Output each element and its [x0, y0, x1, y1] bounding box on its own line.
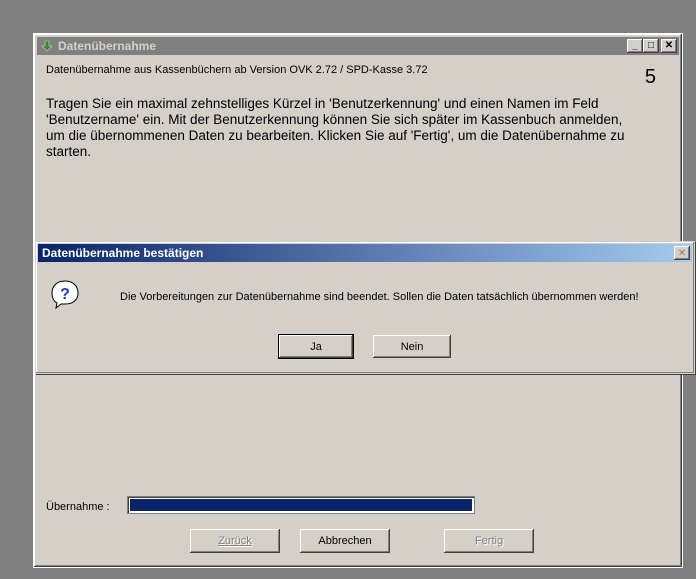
question-icon: ?	[50, 279, 80, 310]
dialog-message: Die Vorbereitungen zur Datenübernahme si…	[120, 291, 639, 303]
cancel-button-label: Abbrechen	[318, 535, 372, 547]
dialog-titlebar[interactable]: Datenübernahme bestätigen ✕	[38, 244, 692, 262]
minimize-button[interactable]: _	[627, 39, 643, 53]
back-button[interactable]: Zurück	[190, 529, 280, 553]
finish-button-label: Fertig	[474, 535, 504, 547]
no-button[interactable]: Nein	[373, 335, 451, 358]
download-arrow-icon	[40, 39, 54, 53]
cancel-button[interactable]: Abbrechen	[300, 529, 390, 553]
close-button[interactable]: ✕	[661, 39, 677, 53]
back-button-label: Zurück	[218, 535, 252, 547]
dialog-title: Datenübernahme bestätigen	[42, 246, 204, 260]
confirm-dialog: Datenübernahme bestätigen ✕ ? Die Vorber…	[35, 241, 695, 374]
progress-label: Übernahme :	[46, 501, 110, 513]
progress-fill	[130, 499, 472, 511]
yes-button-label: Ja	[310, 340, 322, 353]
window-titlebar[interactable]: Datenübernahme _ □ ✕	[37, 37, 679, 55]
dialog-close-button[interactable]: ✕	[674, 246, 690, 260]
progress-bar	[127, 496, 475, 514]
no-button-label: Nein	[400, 340, 424, 353]
yes-button[interactable]: Ja	[278, 334, 354, 359]
maximize-button[interactable]: □	[643, 39, 659, 53]
finish-button[interactable]: Fertig	[444, 529, 534, 553]
window-subtitle: Datenübernahme aus Kassenbüchern ab Vers…	[46, 64, 428, 76]
window-title: Datenübernahme	[58, 39, 157, 53]
svg-text:?: ?	[60, 286, 70, 303]
instructions-text: Tragen Sie ein maximal zehnstelliges Kür…	[46, 96, 625, 159]
step-number: 5	[644, 66, 656, 88]
